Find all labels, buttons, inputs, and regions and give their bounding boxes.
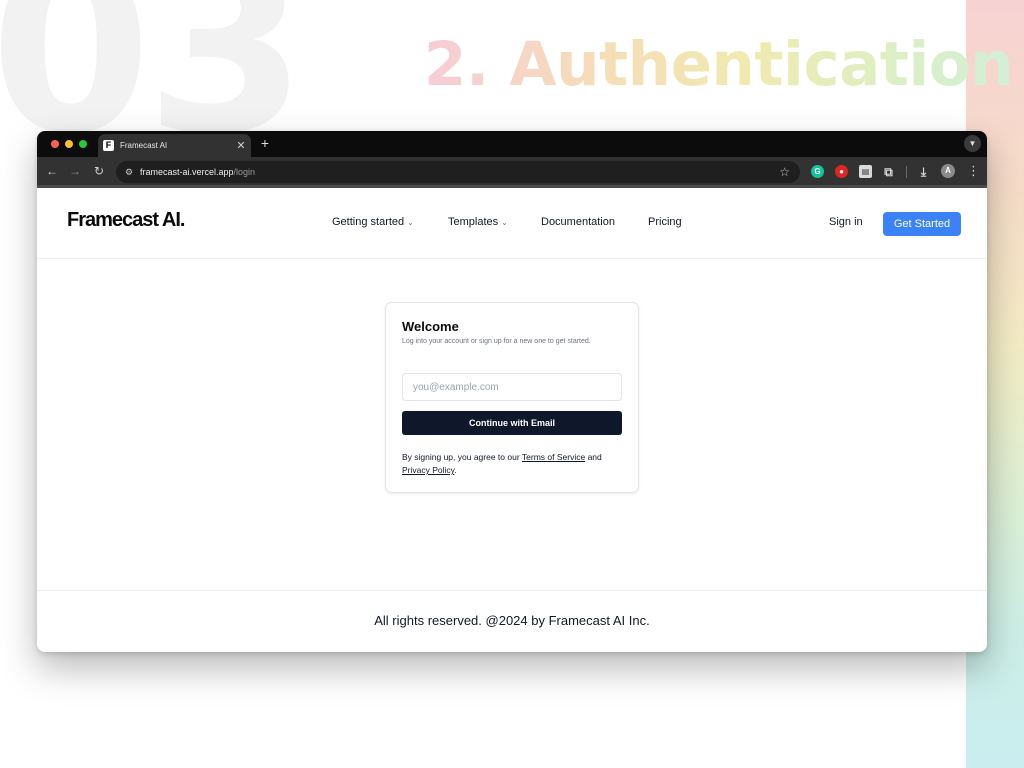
plus-icon[interactable]: + bbox=[258, 135, 272, 151]
star-icon[interactable]: ☆ bbox=[779, 165, 790, 179]
toolbar-divider bbox=[906, 166, 907, 178]
nav-templates[interactable]: Templates ⌄ bbox=[448, 216, 508, 228]
login-card: Welcome Log into your account or sign up… bbox=[385, 302, 639, 493]
footer-copyright: All rights reserved. @2024 by Framecast … bbox=[374, 612, 650, 628]
site-logo[interactable]: Framecast AI. bbox=[67, 209, 185, 232]
back-arrow-icon[interactable]: ← bbox=[45, 164, 59, 178]
get-started-button[interactable]: Get Started bbox=[883, 212, 961, 236]
terms-of-service-link[interactable]: Terms of Service bbox=[522, 452, 585, 462]
legal-prefix: By signing up, you agree to our bbox=[402, 452, 520, 462]
puzzle-icon[interactable]: ⧉ bbox=[882, 165, 895, 178]
kebab-menu-icon[interactable]: ⋮ bbox=[967, 163, 980, 179]
section-title: 2. Authentication bbox=[424, 29, 1014, 100]
legal-end: . bbox=[454, 465, 457, 475]
browser-window: F Framecast AI ✕ + ▼ ← → ↻ ⚙ framecast-a… bbox=[37, 131, 987, 652]
tab-bar: F Framecast AI ✕ + ▼ bbox=[37, 131, 987, 157]
minimize-window-button[interactable] bbox=[65, 140, 73, 148]
grammarly-icon[interactable]: G bbox=[811, 165, 824, 178]
nav-getting-started[interactable]: Getting started ⌄ bbox=[332, 216, 414, 228]
download-icon[interactable]: ⤓ bbox=[917, 165, 930, 178]
legal-notice: By signing up, you agree to our Terms of… bbox=[402, 451, 626, 477]
site-footer: All rights reserved. @2024 by Framecast … bbox=[37, 590, 987, 649]
extension-red-icon[interactable]: ● bbox=[835, 165, 848, 178]
site-info-icon[interactable]: ⚙ bbox=[123, 167, 135, 178]
card-title: Welcome bbox=[402, 319, 459, 334]
maximize-window-button[interactable] bbox=[79, 140, 87, 148]
chevron-down-icon[interactable]: ▼ bbox=[964, 135, 981, 152]
privacy-policy-link[interactable]: Privacy Policy bbox=[402, 465, 454, 475]
site-header: Framecast AI. Getting started ⌄ Templates… bbox=[37, 188, 987, 259]
chevron-down-icon: ⌄ bbox=[501, 218, 508, 227]
web-page: Framecast AI. Getting started ⌄ Templates… bbox=[37, 188, 987, 649]
nav-documentation[interactable]: Documentation bbox=[541, 216, 615, 228]
url-text[interactable]: framecast-ai.vercel.app/login bbox=[140, 167, 255, 177]
chevron-down-icon: ⌄ bbox=[407, 218, 414, 227]
favicon-icon: F bbox=[103, 140, 114, 151]
browser-toolbar: ← → ↻ ⚙ framecast-ai.vercel.app/login ☆ … bbox=[37, 157, 987, 188]
nav-pricing[interactable]: Pricing bbox=[648, 216, 682, 228]
close-icon[interactable]: ✕ bbox=[233, 139, 249, 152]
browser-tab[interactable]: F Framecast AI ✕ bbox=[98, 134, 251, 157]
tab-title: Framecast AI bbox=[120, 141, 168, 150]
reload-icon[interactable]: ↻ bbox=[92, 164, 106, 178]
card-subtitle: Log into your account or sign up for a n… bbox=[402, 338, 591, 345]
url-path: /login bbox=[233, 167, 256, 177]
nav-label: Getting started bbox=[332, 216, 405, 228]
address-bar[interactable]: ⚙ framecast-ai.vercel.app/login ☆ bbox=[116, 161, 800, 183]
url-host: framecast-ai.vercel.app bbox=[140, 167, 234, 177]
profile-avatar-icon[interactable]: A bbox=[941, 164, 955, 178]
continue-with-email-button[interactable]: Continue with Email bbox=[402, 411, 622, 435]
nav-label: Templates bbox=[448, 216, 499, 228]
legal-and: and bbox=[587, 452, 602, 462]
sign-in-link[interactable]: Sign in bbox=[829, 216, 863, 228]
close-window-button[interactable] bbox=[51, 140, 59, 148]
email-field[interactable] bbox=[402, 373, 622, 401]
extension-note-icon[interactable]: ▤ bbox=[859, 165, 872, 178]
forward-arrow-icon[interactable]: → bbox=[68, 164, 82, 178]
